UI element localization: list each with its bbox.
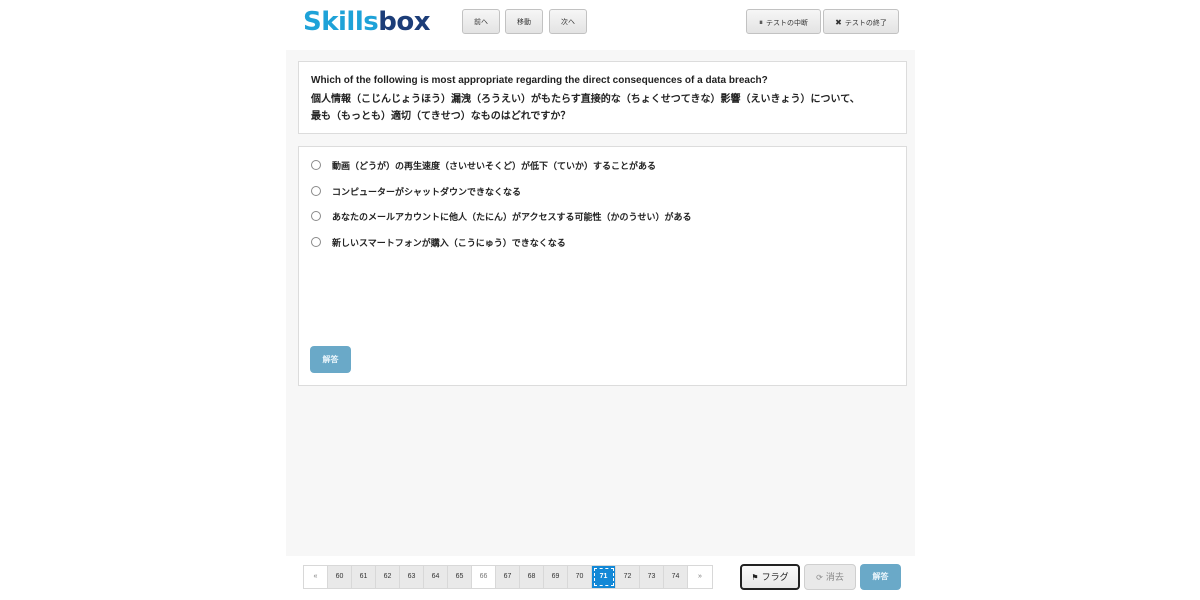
question-card: Which of the following is most appropria…: [298, 61, 907, 134]
pager-page-60[interactable]: 60: [328, 566, 352, 588]
radio-button[interactable]: [311, 160, 321, 170]
option-label: 動画（どうが）の再生速度（さいせいそくど）が低下（ていか）することがある: [332, 161, 657, 171]
pager-page-69[interactable]: 69: [544, 566, 568, 588]
pager-page-62[interactable]: 62: [376, 566, 400, 588]
skillsbox-logo: Skillsbox: [303, 6, 430, 38]
prev-button[interactable]: 前へ: [462, 9, 500, 34]
refresh-icon: ⟳: [816, 573, 823, 582]
pager-next[interactable]: »: [688, 566, 712, 588]
logo-skills: Skills: [303, 7, 379, 37]
radio-button[interactable]: [311, 237, 321, 247]
answer-button[interactable]: 解答: [860, 564, 901, 590]
pager-page-67[interactable]: 67: [496, 566, 520, 588]
next-button[interactable]: 次へ: [549, 9, 587, 34]
clear-label: 消去: [825, 572, 844, 582]
pager-page-64[interactable]: 64: [424, 566, 448, 588]
pager-page-63[interactable]: 63: [400, 566, 424, 588]
top-bar: Skillsbox 前へ 移動 次へ ⏸ テストの中断 ✖ テストの終了: [286, 0, 915, 50]
radio-button[interactable]: [311, 186, 321, 196]
options-card: 動画（どうが）の再生速度（さいせいそくど）が低下（ていか）することがある コンピ…: [298, 146, 907, 386]
clear-button[interactable]: ⟳ 消去: [804, 564, 856, 590]
pause-icon: ⏸: [759, 18, 763, 27]
submit-answer-button[interactable]: 解答: [310, 346, 351, 373]
exam-app: Skillsbox 前へ 移動 次へ ⏸ テストの中断 ✖ テストの終了 Which…: [286, 0, 915, 600]
pager-page-72[interactable]: 72: [616, 566, 640, 588]
move-button[interactable]: 移動: [505, 9, 543, 34]
question-japanese: 個人情報（こじんじょうほう）漏洩（ろうえい）がもたらす直接的な（ちょくせつてきな…: [311, 91, 860, 125]
pause-test-button[interactable]: ⏸ テストの中断: [746, 9, 821, 34]
question-english: Which of the following is most appropria…: [311, 75, 768, 86]
option-label: 新しいスマートフォンが購入（こうにゅう）できなくなる: [332, 238, 566, 248]
pager-page-71[interactable]: 71: [592, 566, 616, 588]
radio-button[interactable]: [311, 211, 321, 221]
pager-page-74[interactable]: 74: [664, 566, 688, 588]
pause-test-label: テストの中断: [766, 20, 808, 27]
pager-page-70[interactable]: 70: [568, 566, 592, 588]
flag-icon: ⚑: [751, 573, 759, 582]
end-test-label: テストの終了: [844, 20, 887, 27]
option-label: コンピューターがシャットダウンできなくなる: [332, 187, 522, 197]
pagination: « 60 61 62 63 64 65 66 67 68 69 70 71 72 73 74»: [303, 565, 713, 589]
pager-page-65[interactable]: 65: [448, 566, 472, 588]
question-japanese-line2: 最も（もっとも）適切（てきせつ）なものはどれですか？: [311, 111, 571, 122]
flag-label: フラグ: [761, 572, 789, 582]
bottom-bar: « 60 61 62 63 64 65 66 67 68 69 70 71 72 73 74» ⚑ フラグ ⟳…: [286, 556, 915, 600]
flag-button[interactable]: ⚑ フラグ: [740, 564, 800, 590]
option-label: あなたのメールアカウントに他人（たにん）がアクセスする可能性（かのうせい）がある: [332, 212, 692, 222]
pager-page-66[interactable]: 66: [472, 566, 496, 588]
pager-page-68[interactable]: 68: [520, 566, 544, 588]
close-icon: ✖: [835, 18, 842, 27]
end-test-button[interactable]: ✖ テストの終了: [823, 9, 899, 34]
question-japanese-line1: 個人情報（こじんじょうほう）漏洩（ろうえい）がもたらす直接的な（ちょくせつてきな…: [311, 94, 860, 105]
pager-page-61[interactable]: 61: [352, 566, 376, 588]
logo-box: box: [378, 7, 430, 37]
pager-prev[interactable]: «: [304, 566, 328, 588]
pager-page-73[interactable]: 73: [640, 566, 664, 588]
